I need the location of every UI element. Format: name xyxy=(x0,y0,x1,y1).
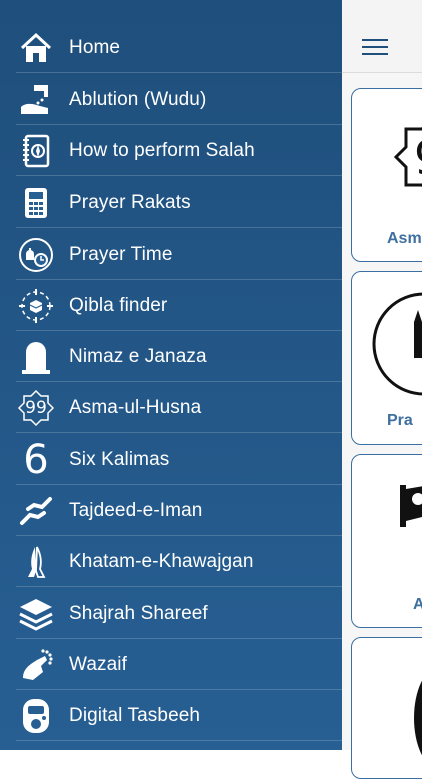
divider xyxy=(16,586,342,587)
book-compass-icon xyxy=(16,131,56,171)
rosary-hand-icon xyxy=(16,645,56,685)
menu-item-label: Ablution (Wudu) xyxy=(69,88,207,110)
divider xyxy=(16,72,342,73)
calculator-icon xyxy=(16,183,56,223)
layers-icon xyxy=(16,594,56,634)
card-fourth[interactable] xyxy=(351,637,422,779)
hands-icon xyxy=(16,491,56,531)
menu-item-rakats[interactable]: Prayer Rakats xyxy=(0,177,342,228)
menu-item-home[interactable]: Home xyxy=(0,22,342,73)
mosque-clock-icon xyxy=(16,235,56,275)
gravestone-icon xyxy=(16,337,56,377)
praying-hands-icon xyxy=(16,542,56,582)
menu-item-ablution[interactable]: Ablution (Wudu) xyxy=(0,74,342,125)
menu-item-label: Khatam-e-Khawajgan xyxy=(69,550,254,572)
star-99-icon: 99 xyxy=(16,388,56,428)
home-icon xyxy=(16,28,56,68)
menu-item-qibla[interactable]: Qibla finder xyxy=(0,280,342,331)
counter-icon xyxy=(16,696,56,736)
card-icon xyxy=(400,485,422,527)
menu-item-shajrah[interactable]: Shajrah Shareef xyxy=(0,588,342,639)
menu-item-tasbeeh[interactable]: Digital Tasbeeh xyxy=(0,690,342,741)
divider xyxy=(16,740,342,741)
divider xyxy=(16,175,342,176)
menu-item-wazaif[interactable]: Wazaif xyxy=(0,639,342,690)
menu-item-label: Tajdeed-e-Iman xyxy=(69,499,203,521)
menu-item-label: Shajrah Shareef xyxy=(69,602,208,624)
divider xyxy=(16,432,342,433)
top-bar xyxy=(342,0,422,73)
menu-item-label: Six Kalimas xyxy=(69,448,170,470)
menu-item-label: Wazaif xyxy=(69,653,127,675)
card-label: A xyxy=(413,596,422,613)
menu-item-prayer-time[interactable]: Prayer Time xyxy=(0,229,342,280)
card-icon xyxy=(414,680,422,756)
menu-item-kalimas[interactable]: 6 Six Kalimas xyxy=(0,434,342,485)
menu-item-label: Nimaz e Janaza xyxy=(69,345,207,367)
menu-item-label: Digital Tasbeeh xyxy=(69,704,201,726)
navigation-drawer: Home Ablution (Wudu) How to perform Sala… xyxy=(0,0,342,750)
menu-toggle-icon[interactable] xyxy=(362,39,388,57)
menu-item-label: How to perform Salah xyxy=(69,139,255,161)
menu-item-tajdeed[interactable]: Tajdeed-e-Iman xyxy=(0,485,342,536)
card-label: Pra xyxy=(387,412,413,429)
menu-item-label: Home xyxy=(69,36,121,58)
menu-item-khatam[interactable]: Khatam-e-Khawajgan xyxy=(0,536,342,587)
card-label: Asm xyxy=(387,230,422,247)
divider xyxy=(16,227,342,228)
menu-item-label: Asma-ul-Husna xyxy=(69,396,202,418)
card-third[interactable] xyxy=(351,454,422,628)
menu-item-label: Prayer Time xyxy=(69,243,173,265)
menu-item-label: Qibla finder xyxy=(69,294,168,316)
six-icon: 6 xyxy=(16,440,56,480)
icon-number: 6 xyxy=(23,436,49,483)
kaaba-compass-icon xyxy=(16,286,56,326)
menu-item-salah[interactable]: How to perform Salah xyxy=(0,125,342,176)
ablution-icon xyxy=(16,80,56,120)
menu-item-janaza[interactable]: Nimaz e Janaza xyxy=(0,331,342,382)
icon-number: 99 xyxy=(25,397,47,418)
menu-item-asma[interactable]: 99 Asma-ul-Husna xyxy=(0,382,342,433)
menu-item-label: Prayer Rakats xyxy=(69,191,191,213)
svg-text:9: 9 xyxy=(414,131,422,185)
